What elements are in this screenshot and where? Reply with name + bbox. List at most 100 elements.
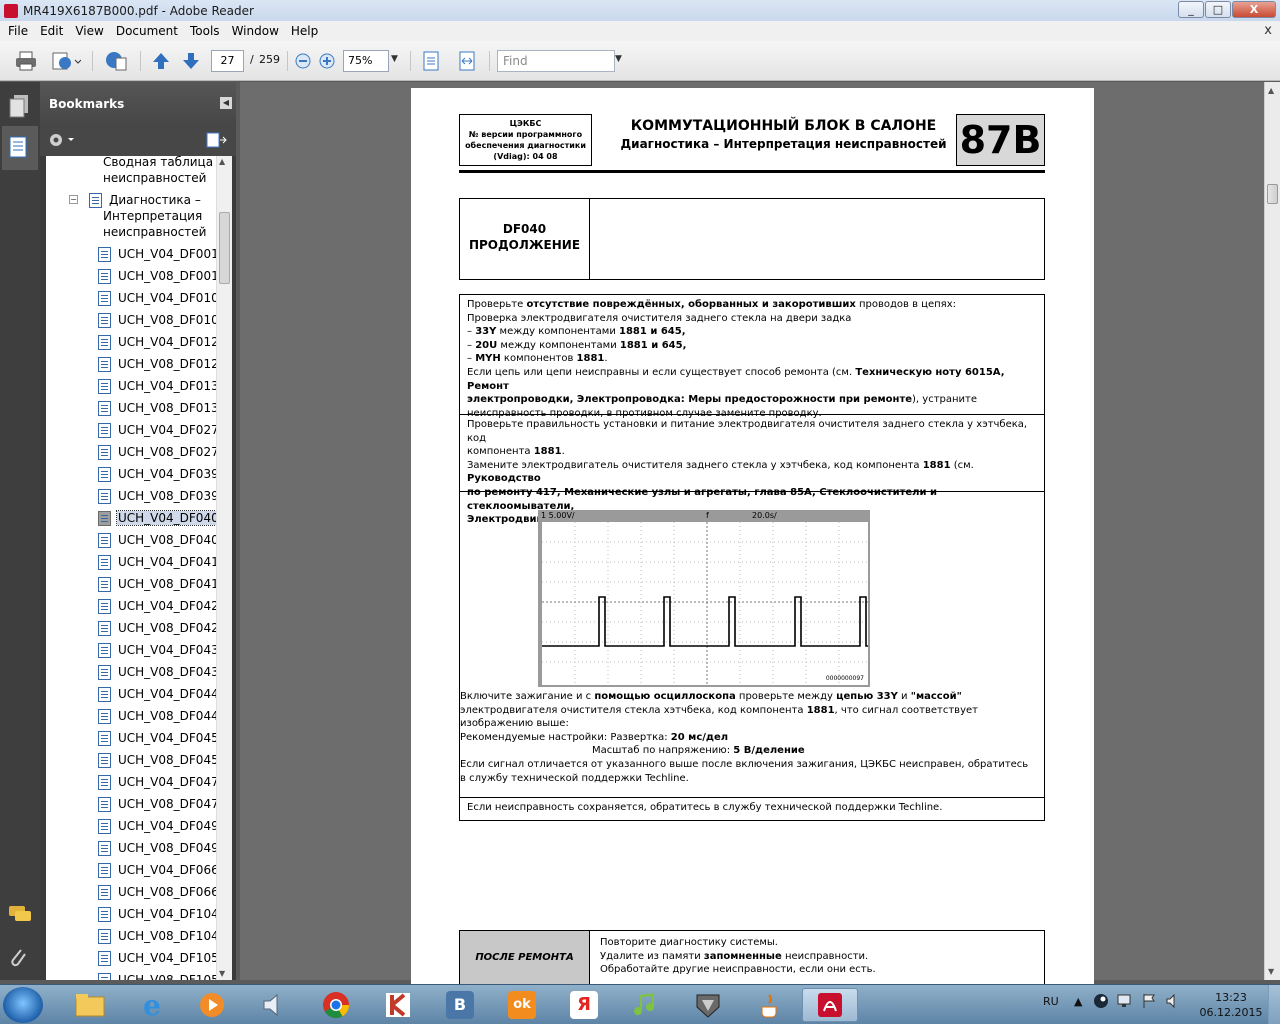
- maximize-button[interactable]: □: [1205, 1, 1231, 18]
- bookmark-label: UCH_V08_DF001: [118, 269, 219, 283]
- clock-time: 13:23: [1215, 991, 1247, 1004]
- flag-icon[interactable]: [1141, 993, 1157, 1012]
- menu-file[interactable]: File: [2, 24, 34, 38]
- bookmarks-scroll-thumb[interactable]: [219, 212, 230, 284]
- menu-tools[interactable]: Tools: [184, 24, 226, 38]
- bookmarks-list: Сводная таблица неисправностей − Диагностик…: [46, 156, 232, 980]
- pages-icon[interactable]: [8, 94, 30, 120]
- options-gear-icon[interactable]: [48, 132, 76, 151]
- bookmark-page-icon: [98, 907, 111, 922]
- zoom-dropdown-icon[interactable]: ▼: [391, 54, 398, 64]
- bookmark-page-icon: [98, 885, 111, 900]
- media-player-icon[interactable]: [184, 988, 240, 1022]
- bookmark-page-icon: [98, 819, 111, 834]
- zoom-out-icon[interactable]: [293, 49, 313, 73]
- header-rule: [459, 170, 1045, 173]
- kaspersky-icon[interactable]: [370, 988, 426, 1022]
- find-dropdown-icon[interactable]: ▼: [615, 54, 622, 64]
- explorer-icon[interactable]: [62, 988, 118, 1022]
- next-page-icon[interactable]: [179, 49, 203, 73]
- bookmark-page-icon: [98, 357, 111, 372]
- clock[interactable]: 13:23 06.12.2015: [1196, 990, 1266, 1020]
- yandex-icon[interactable]: Я: [556, 988, 612, 1022]
- bookmarks-title: Bookmarks: [49, 97, 125, 111]
- bookmark-label: UCH_V08_DF012: [118, 357, 219, 371]
- collapse-toggle-icon[interactable]: −: [69, 195, 78, 204]
- page-title: КОММУТАЦИОННЫЙ БЛОК В САЛОНЕ: [630, 118, 937, 134]
- print-icon[interactable]: [12, 49, 40, 73]
- bookmark-page-icon: [98, 709, 111, 724]
- odnoklassniki-icon[interactable]: ok: [494, 988, 550, 1022]
- menu-bar: File Edit View Document Tools Window Hel…: [0, 21, 1280, 41]
- bookmark-page-icon: [98, 269, 111, 284]
- oscilloscope-trace: 1 5.00V/ f 20.0s/ 0000000097: [538, 510, 870, 687]
- java-icon[interactable]: [742, 988, 798, 1022]
- collapse-panel-icon[interactable]: ◀: [220, 97, 232, 109]
- page-total: 259: [259, 53, 280, 66]
- minimize-button[interactable]: _: [1178, 1, 1204, 18]
- vk-icon[interactable]: B: [432, 988, 488, 1022]
- bookmarks-icon[interactable]: [8, 136, 30, 162]
- language-indicator[interactable]: RU: [1043, 995, 1059, 1008]
- bookmark-label: UCH_V08_DF010: [118, 313, 219, 327]
- bookmark-page-icon: [98, 665, 111, 680]
- fit-width-icon[interactable]: [455, 49, 479, 73]
- tray-expand-icon[interactable]: ▲: [1074, 995, 1082, 1008]
- menu-help[interactable]: Help: [285, 24, 324, 38]
- show-desktop-button[interactable]: [1268, 985, 1280, 1024]
- music-icon[interactable]: [618, 988, 674, 1022]
- bookmarks-scrollbar[interactable]: ▲ ▼: [216, 156, 232, 980]
- bookmark-page-icon: [98, 951, 111, 966]
- bookmark-page-icon: [98, 841, 111, 856]
- bookmark-label: UCH_V04_DF041: [118, 555, 219, 569]
- bookmark-label: UCH_V08_DF066: [118, 885, 219, 899]
- volume-icon[interactable]: [1165, 993, 1181, 1012]
- comment-icon[interactable]: [102, 49, 130, 73]
- bookmark-label: UCH_V04_DF104: [118, 907, 219, 921]
- bookmark-page-icon: [98, 555, 111, 570]
- fit-page-icon[interactable]: [419, 49, 443, 73]
- document-scroll-thumb[interactable]: [1267, 184, 1278, 204]
- steam-icon[interactable]: [1093, 993, 1109, 1012]
- bookmark-page-icon: [98, 379, 111, 394]
- menu-document[interactable]: Document: [110, 24, 184, 38]
- chrome-icon[interactable]: [308, 988, 364, 1022]
- internet-explorer-icon[interactable]: e: [124, 988, 180, 1022]
- document-close-icon[interactable]: x: [1264, 23, 1272, 38]
- menu-edit[interactable]: Edit: [34, 24, 69, 38]
- bookmark-label: UCH_V04_DF044: [118, 687, 219, 701]
- close-button[interactable]: X: [1232, 1, 1276, 18]
- bookmark-page-icon: [98, 445, 111, 460]
- comments-icon[interactable]: [8, 904, 31, 930]
- volume-mixer-icon[interactable]: [246, 988, 302, 1022]
- scope-trigger-label: f: [706, 511, 709, 520]
- find-input[interactable]: Find: [497, 50, 615, 72]
- bookmark-label: UCH_V04_DF066: [118, 863, 219, 877]
- document-scrollbar[interactable]: ▲ ▼: [1264, 82, 1280, 980]
- world-of-tanks-icon[interactable]: [680, 988, 736, 1022]
- zoom-input[interactable]: 75%: [343, 50, 389, 72]
- bookmark-page-icon: [98, 731, 111, 746]
- network-icon[interactable]: [1117, 993, 1135, 1012]
- menu-view[interactable]: View: [69, 24, 109, 38]
- bookmarks-toolbar: [40, 124, 236, 156]
- expand-bookmark-icon[interactable]: [206, 132, 228, 151]
- start-button[interactable]: [3, 987, 43, 1023]
- attachments-icon[interactable]: [8, 946, 30, 972]
- adobe-reader-taskbar-icon[interactable]: [802, 988, 858, 1022]
- bookmarks-header: Bookmarks ◀: [40, 82, 236, 124]
- bookmark-label: UCH_V08_DF040: [118, 533, 219, 547]
- bookmark-label: UCH_V08_DF041: [118, 577, 219, 591]
- previous-page-icon[interactable]: [149, 49, 173, 73]
- after-repair-label: ПОСЛЕ РЕМОНТА: [460, 931, 590, 985]
- wiring-check-section: Проверьте отсутствие повреждённых, оборв…: [459, 294, 1045, 419]
- page-separator: /: [250, 53, 254, 66]
- window-title: MR419X6187B000.pdf - Adobe Reader: [23, 3, 254, 18]
- page-number-input[interactable]: 27: [211, 50, 244, 72]
- scope-image-code: 0000000097: [825, 675, 864, 682]
- export-icon[interactable]: [48, 49, 84, 73]
- menu-window[interactable]: Window: [226, 24, 285, 38]
- zoom-in-icon[interactable]: [317, 49, 337, 73]
- bookmark-label: UCH_V04_DF042: [118, 599, 219, 613]
- fault-code-box: DF040 ПРОДОЛЖЕНИЕ: [459, 198, 1045, 280]
